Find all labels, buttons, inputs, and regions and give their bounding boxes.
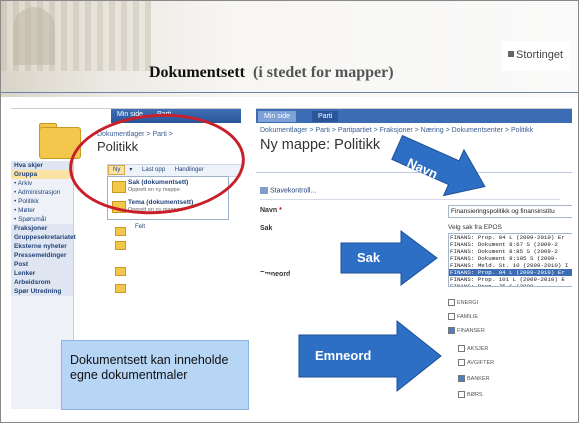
sidebar-item[interactable]: Pressemeldinger (11, 251, 73, 260)
folder-icon (115, 227, 126, 236)
sidebar-item[interactable]: • Politikk (11, 197, 73, 206)
checkbox[interactable] (458, 375, 465, 382)
sidebar-item[interactable]: Post (11, 260, 73, 269)
sidebar-item[interactable]: • Spørsmål (11, 215, 73, 224)
tree-item[interactable]: FINANSER (448, 327, 485, 334)
list-item[interactable]: FINANS: Dokument 8:67 S (2009-2 (449, 241, 572, 248)
tree-item-label: BANKER (467, 375, 490, 382)
tree-item[interactable]: AVGIFTER (458, 359, 494, 366)
tree-item[interactable]: BØRS (458, 391, 483, 398)
checkbox[interactable] (458, 359, 465, 366)
slide-title: Dokumentsett (i stedet for mapper) (149, 64, 569, 88)
checkbox[interactable] (458, 391, 465, 398)
title-subtitle: (i stedet for mapper) (253, 64, 394, 81)
sak-listbox[interactable]: FINANS: Prop. 84 L (2009-2010) Er FINANS:… (448, 233, 572, 287)
tab-min-side[interactable]: Min side (258, 111, 297, 122)
checkbox[interactable] (448, 299, 455, 306)
sidebar-item[interactable]: Spør Utredning (11, 287, 73, 296)
tree-item-label: AKSJER (467, 345, 489, 352)
list-item[interactable]: FINANS: Prop. 84 L (2009-2010) Er (449, 234, 572, 241)
title-divider (1, 92, 578, 93)
list-item[interactable]: FINANS: Prop. 84 L (2009-2010) Er (449, 269, 572, 276)
top-tabs: Min side Parti (256, 109, 572, 123)
tree-item[interactable]: ENERGI (448, 299, 478, 306)
tree-item[interactable]: BANKER (458, 375, 490, 382)
navn-input[interactable]: Finansieringspolitikk og finansinstitu (448, 205, 572, 218)
sak-label: Sak (260, 225, 273, 232)
tree-item-label: FAMILIE (457, 313, 479, 320)
folder-icon (115, 284, 126, 293)
tab-parti[interactable]: Parti (312, 111, 339, 122)
title-main: Dokumentsett (149, 64, 245, 81)
checkbox[interactable] (448, 313, 455, 320)
sak-arrow-label: Sak (357, 250, 381, 265)
sidebar-item[interactable]: Fraksjoner (11, 224, 73, 233)
emneord-tree: ENERGI FAMILIE FINANSER AKSJER AVGIFTER BANKE… (448, 299, 572, 409)
list-column-header: Felt (135, 224, 146, 230)
folder-icon (115, 241, 126, 250)
building-arch-image (13, 7, 55, 65)
list-item[interactable]: FINANS: Dokument 8:85 S (2009-2 (449, 248, 572, 255)
emneord-arrow-label: Emneord (315, 348, 372, 363)
tree-item-label: BØRS (467, 391, 483, 398)
folder-icon (115, 267, 126, 276)
breadcrumb[interactable]: Dokumentlager > Parti > Partipartiet > F… (260, 127, 533, 134)
list-item[interactable]: FINANS: Dokument 8:105 S (2009- (449, 255, 572, 262)
list-item[interactable]: FINANS: Meld. St. 10 (2009-2010) I (449, 262, 572, 269)
sidebar-item[interactable]: Arbeidsrom (11, 278, 73, 287)
navn-label: Navn * (260, 207, 282, 214)
page-title: Ny mappe: Politikk (260, 137, 381, 153)
header-banner: Stortinget Dokumentsett (i stedet for ma… (1, 1, 578, 97)
logo-square-icon (508, 51, 514, 57)
list-item[interactable]: FINANS: Prop. 101 L (2009-2010) E (449, 276, 572, 283)
tree-item-label: FINANSER (457, 327, 485, 334)
brand-name: Stortinget (516, 49, 564, 61)
callout-box: Dokumentsett kan inneholde egne dokument… (61, 340, 249, 410)
checkbox[interactable] (458, 345, 465, 352)
sidebar-item[interactable]: Eksterne nyheter (11, 242, 73, 251)
sak-hint: Velg sak fra EPOS (448, 224, 502, 231)
tree-item-label: AVGIFTER (467, 359, 495, 366)
required-marker: * (279, 207, 282, 214)
sidebar-item[interactable]: • Arkiv (11, 179, 73, 188)
tree-item[interactable]: FAMILIE (448, 313, 478, 320)
checkbox[interactable] (448, 327, 455, 334)
sidebar-item[interactable]: Hva skjer (11, 161, 73, 170)
spellcheck-label: Stavekontroll... (270, 187, 317, 195)
spellcheck-icon (260, 187, 268, 194)
sidebar-item[interactable]: Gruppa (11, 170, 73, 179)
sidebar-item[interactable]: Lenker (11, 269, 73, 278)
sak-arrow-icon (340, 230, 438, 286)
tree-item[interactable]: AKSJER (458, 345, 488, 352)
slide: Stortinget Dokumentsett (i stedet for ma… (0, 0, 579, 423)
callout-text: Dokumentsett kan inneholde egne dokument… (70, 353, 229, 382)
sidebar-item[interactable]: • Administrasjon (11, 188, 73, 197)
sidebar-item[interactable]: Gruppesekretariatet (11, 233, 76, 242)
navn-label-text: Navn (260, 207, 278, 214)
tree-item-label: ENERGI (457, 299, 479, 306)
list-item[interactable]: FINANS: Prop. 75 S (2009- (449, 283, 572, 286)
sidebar-item[interactable]: • Møter (11, 206, 73, 215)
